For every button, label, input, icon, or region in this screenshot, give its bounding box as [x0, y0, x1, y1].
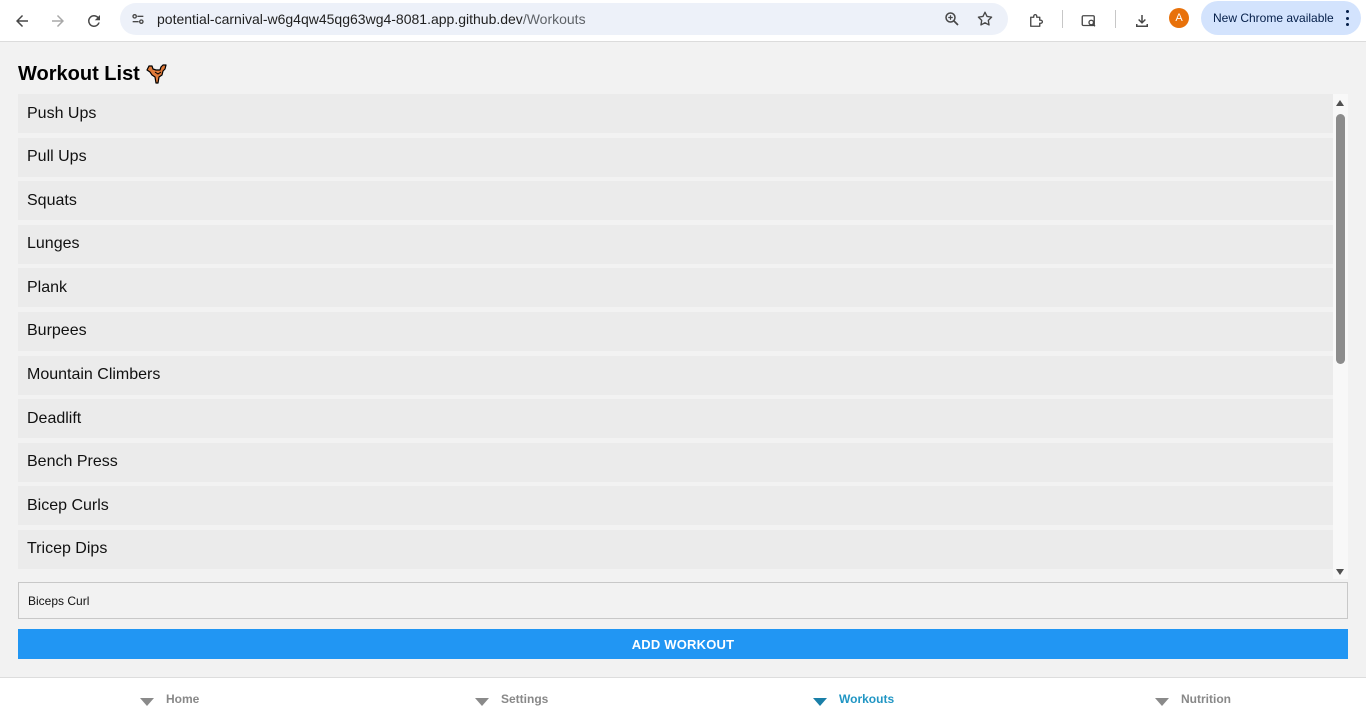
download-icon — [1136, 15, 1148, 27]
forward-arrow-icon — [52, 15, 64, 27]
workout-list-item[interactable]: Mountain Climbers — [18, 355, 1333, 395]
workout-list-item[interactable]: Bicep Curls — [18, 486, 1333, 526]
chrome-update-label: New Chrome available — [1213, 11, 1334, 25]
toolbar-divider — [1062, 10, 1063, 28]
workout-list-item[interactable]: Tricep Dips — [18, 529, 1333, 569]
add-workout-button[interactable]: ADD WORKOUT — [18, 629, 1348, 659]
url-text: potential-carnival-w6g4qw45qg63wg4-8081.… — [157, 11, 586, 27]
tab-label: Nutrition — [1181, 692, 1231, 706]
caret-down-icon — [813, 698, 827, 706]
bookmark-star-icon[interactable] — [975, 9, 995, 29]
scroll-down-arrow-icon[interactable] — [1336, 569, 1344, 575]
flexed-biceps-icon — [146, 64, 167, 84]
tab-search-icon — [1081, 15, 1096, 27]
puzzle-icon — [1030, 14, 1043, 27]
workout-list[interactable]: Push Ups Pull Ups Squats Lunges Plank Burpees… — [18, 94, 1348, 579]
workout-list-item[interactable]: Squats — [18, 181, 1333, 221]
profile-avatar[interactable]: A — [1169, 8, 1189, 28]
caret-down-icon — [1155, 698, 1169, 706]
forward-button[interactable] — [42, 5, 74, 37]
url-path: /Workouts — [522, 11, 586, 27]
workout-list-item[interactable]: Lunges — [18, 224, 1333, 264]
workout-list-item[interactable]: Deadlift — [18, 399, 1333, 439]
media-search-button[interactable] — [1073, 5, 1105, 37]
back-button[interactable] — [6, 5, 38, 37]
list-scrollbar[interactable] — [1333, 94, 1348, 579]
tab-workouts[interactable]: Workouts — [813, 692, 894, 706]
zoom-icon[interactable] — [942, 9, 962, 29]
workout-list-item[interactable]: Plank — [18, 268, 1333, 308]
tab-nutrition[interactable]: Nutrition — [1155, 692, 1231, 706]
tab-settings[interactable]: Settings — [475, 692, 548, 706]
tab-label: Workouts — [839, 692, 895, 706]
tab-label: Settings — [501, 692, 549, 706]
scroll-up-arrow-icon[interactable] — [1336, 100, 1344, 106]
workout-name-input[interactable] — [18, 582, 1348, 619]
back-arrow-icon — [16, 15, 28, 27]
browser-toolbar: potential-carnival-w6g4qw45qg63wg4-8081.… — [0, 0, 1366, 42]
reload-button[interactable] — [78, 5, 110, 37]
tab-home[interactable]: Home — [140, 692, 199, 706]
site-settings-icon[interactable] — [128, 9, 148, 29]
address-bar[interactable]: potential-carnival-w6g4qw45qg63wg4-8081.… — [120, 3, 1008, 35]
workout-list-item[interactable]: Push Ups — [18, 94, 1333, 133]
more-vert-icon — [1345, 10, 1349, 26]
downloads-button[interactable] — [1126, 5, 1158, 37]
page-title-text: Workout List — [18, 62, 140, 85]
workout-list-item[interactable]: Pull Ups — [18, 137, 1333, 177]
bottom-navigation: Home Settings Workouts Nutrition — [0, 677, 1366, 717]
url-host: potential-carnival-w6g4qw45qg63wg4-8081.… — [157, 11, 523, 27]
scrollbar-thumb[interactable] — [1336, 114, 1345, 364]
caret-down-icon — [475, 698, 489, 706]
toolbar-divider — [1115, 10, 1116, 28]
tab-label: Home — [166, 692, 200, 706]
page-title: Workout List — [18, 62, 170, 86]
workout-list-item[interactable]: Bench Press — [18, 442, 1333, 482]
reload-icon — [87, 14, 100, 27]
extensions-button[interactable] — [1020, 5, 1052, 37]
caret-down-icon — [140, 698, 154, 706]
chrome-update-button[interactable]: New Chrome available — [1201, 1, 1361, 35]
workout-list-item[interactable]: Burpees — [18, 311, 1333, 351]
